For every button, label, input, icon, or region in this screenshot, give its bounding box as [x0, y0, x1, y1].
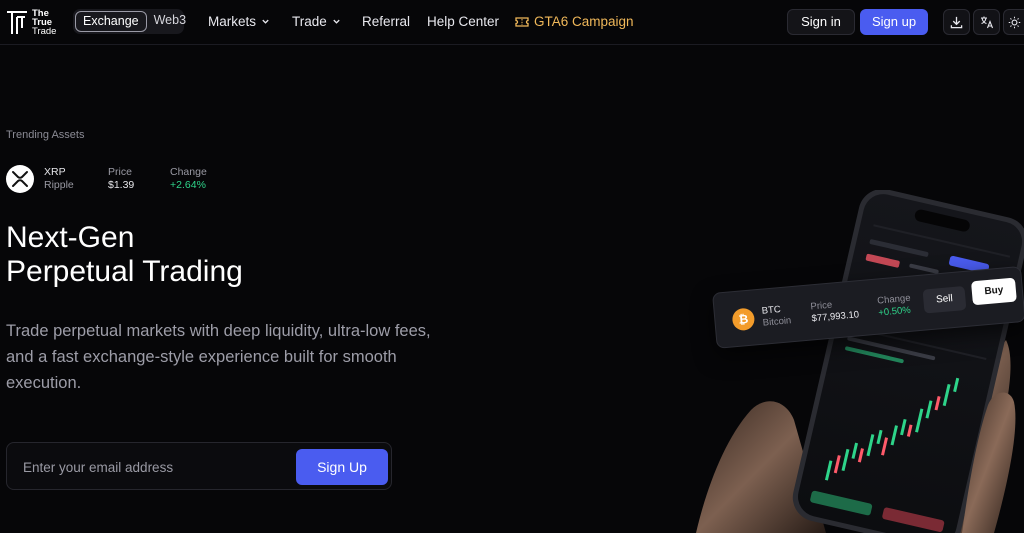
ticker-change: +0.50% [877, 304, 912, 319]
ticker-name-block: BTC Bitcoin [761, 303, 791, 329]
sign-up-button[interactable]: Sign up [860, 9, 928, 35]
top-nav: The True Trade Exchange Web3 Markets Tra… [0, 0, 1024, 45]
nav-referral[interactable]: Referral [362, 14, 410, 29]
xrp-icon[interactable] [6, 165, 34, 193]
trending-label: Trending Assets [6, 129, 85, 141]
theme-sun-icon [1008, 16, 1020, 28]
bitcoin-icon: ₿ [731, 307, 756, 332]
asset-symbol: XRP [44, 166, 66, 178]
ticker-name: Bitcoin [762, 315, 792, 329]
mode-switch: Exchange Web3 [73, 9, 186, 34]
email-signup-button[interactable]: Sign Up [296, 449, 388, 485]
ticker-change-block: Change +0.50% [877, 293, 912, 320]
nav-campaign-label: GTA6 Campaign [534, 14, 634, 29]
nav-help-center[interactable]: Help Center [427, 14, 499, 29]
email-field[interactable] [23, 457, 283, 477]
mode-web3[interactable]: Web3 [147, 11, 193, 32]
asset-name-block[interactable]: XRP Ripple [44, 166, 74, 192]
ticker-buy-button[interactable]: Buy [970, 277, 1017, 306]
nav-trade[interactable]: Trade [292, 14, 341, 29]
hero-title-line-1: Next-Gen [6, 221, 135, 254]
ticket-icon [515, 16, 529, 27]
theme-button[interactable] [1003, 9, 1024, 35]
hero-title-line-2: Perpetual Trading [6, 255, 243, 288]
asset-price-block: Price $1.39 [108, 166, 134, 192]
chevron-down-icon [262, 19, 269, 24]
sign-in-button[interactable]: Sign in [787, 9, 855, 35]
hero-title: Next-Gen Perpetual Trading [6, 221, 243, 289]
email-signup-form: Sign Up [6, 442, 392, 490]
hero-description: Trade perpetual markets with deep liquid… [6, 322, 431, 392]
nav-help-center-label: Help Center [427, 14, 500, 29]
download-icon [950, 16, 963, 28]
xrp-logo-icon [12, 171, 28, 187]
chevron-down-icon [333, 19, 340, 24]
nav-referral-label: Referral [362, 14, 411, 29]
ticker-sell-button[interactable]: Sell [922, 285, 967, 314]
mode-exchange[interactable]: Exchange [75, 11, 147, 32]
language-button[interactable] [973, 9, 1000, 35]
asset-change-label: Change [170, 166, 207, 178]
nav-markets[interactable]: Markets [208, 14, 270, 29]
asset-change: +2.64% [170, 179, 206, 191]
asset-change-block: Change +2.64% [170, 166, 207, 192]
asset-name: Ripple [44, 179, 74, 191]
brand-name: The True Trade [32, 9, 57, 37]
nav-campaign[interactable]: GTA6 Campaign [515, 14, 634, 29]
asset-price: $1.39 [108, 179, 135, 191]
download-button[interactable] [943, 9, 970, 35]
nav-markets-label: Markets [208, 14, 257, 29]
asset-price-label: Price [108, 166, 132, 178]
logo-mark-icon [7, 10, 27, 34]
brand-logo[interactable]: The True Trade [6, 9, 56, 36]
ticker-price-block: Price $77,993.10 [810, 297, 859, 325]
phone-trading-illustration [696, 190, 1024, 533]
brand-line-3: Trade [32, 26, 57, 37]
translate-icon [980, 16, 993, 29]
nav-trade-label: Trade [292, 14, 327, 29]
